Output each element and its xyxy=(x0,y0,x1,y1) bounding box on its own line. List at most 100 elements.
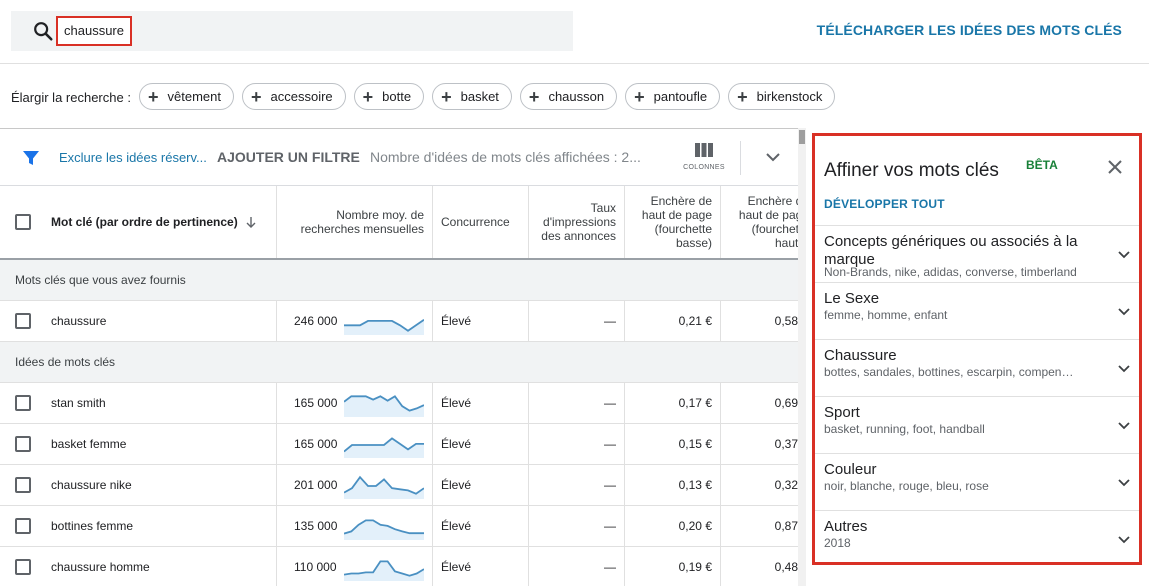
impressions-cell: — xyxy=(529,383,625,423)
broaden-chip[interactable]: + chausson xyxy=(519,83,618,110)
chip-label: pantoufle xyxy=(653,89,708,104)
refine-category-title: Autres xyxy=(824,518,868,535)
bid-high-cell: 0,48 xyxy=(774,560,798,574)
add-filter-button[interactable]: AJOUTER UN FILTRE xyxy=(217,149,360,165)
broaden-chip[interactable]: + accessoire xyxy=(242,83,346,110)
impressions-cell: — xyxy=(529,506,625,546)
refine-title: Affiner vos mots clés xyxy=(824,160,999,181)
searches-value: 135 000 xyxy=(294,519,338,533)
chevron-down-icon[interactable] xyxy=(1117,364,1131,374)
trend-sparkline xyxy=(344,437,424,458)
search-box[interactable]: chaussure xyxy=(11,11,573,51)
bid-low-cell: 0,15 € xyxy=(625,424,721,464)
header-impressions[interactable]: Taux d'impressions des annonces xyxy=(529,186,625,258)
plus-icon: + xyxy=(528,86,540,107)
select-all-checkbox[interactable] xyxy=(15,214,31,230)
broaden-chip[interactable]: + pantoufle xyxy=(625,83,721,110)
searches-cell: 165 000 xyxy=(277,424,433,464)
search-icon xyxy=(34,22,53,41)
keyword-text[interactable]: basket femme xyxy=(51,437,126,451)
bid-low-cell: 0,21 € xyxy=(625,301,721,341)
broaden-chip[interactable]: + vêtement xyxy=(139,83,234,110)
row-checkbox[interactable] xyxy=(15,559,31,575)
expand-all-button[interactable]: DÉVELOPPER TOUT xyxy=(824,197,945,211)
chevron-down-icon[interactable] xyxy=(1117,250,1131,260)
bid-high-cell: 0,37 xyxy=(774,437,798,451)
chevron-down-icon[interactable] xyxy=(764,150,782,164)
row-checkbox[interactable] xyxy=(15,518,31,534)
chevron-down-icon[interactable] xyxy=(1117,421,1131,431)
keyword-cell: chaussure nike xyxy=(0,465,277,505)
refine-category-title: Le Sexe xyxy=(824,290,880,307)
plus-icon: + xyxy=(148,86,159,107)
bid-high-cell: 0,58 xyxy=(774,314,798,328)
scrollbar-thumb[interactable] xyxy=(799,130,805,144)
refine-keywords-panel: Affiner vos mots clés BÊTA DÉVELOPPER TO… xyxy=(812,133,1142,565)
searches-value: 201 000 xyxy=(294,478,338,492)
broaden-chip[interactable]: + birkenstock xyxy=(728,83,836,110)
header-bid-low[interactable]: Enchère de haut de page (fourchette bass… xyxy=(625,186,721,258)
chevron-down-icon[interactable] xyxy=(1117,535,1131,545)
plus-icon: + xyxy=(441,86,452,107)
bid-high-cell: 0,87 xyxy=(774,519,798,533)
header-competition[interactable]: Concurrence xyxy=(433,186,529,258)
table-row: bottines femme 135 000 Élevé —0,20 € 0,87 xyxy=(0,506,798,547)
searches-value: 165 000 xyxy=(294,396,338,410)
refine-category[interactable]: Le Sexe femme, homme, enfant xyxy=(815,282,1139,339)
bid-low-cell: 0,20 € xyxy=(625,506,721,546)
refine-category-subtitle: 2018 xyxy=(824,536,851,550)
competition-cell: Élevé xyxy=(433,424,529,464)
close-icon[interactable] xyxy=(1107,159,1123,175)
refine-category[interactable]: Couleur noir, blanche, rouge, bleu, rose xyxy=(815,453,1139,510)
sparkline-area xyxy=(344,561,424,581)
competition-cell: Élevé xyxy=(433,383,529,423)
row-checkbox[interactable] xyxy=(15,436,31,452)
sparkline-area xyxy=(344,520,424,540)
header-impressions-label: Taux d'impressions des annonces xyxy=(541,201,616,243)
header-keyword[interactable]: Mot clé (par ordre de pertinence) xyxy=(0,186,277,258)
row-checkbox[interactable] xyxy=(15,395,31,411)
bid-high-cell: 0,69 xyxy=(774,396,798,410)
keyword-cell: stan smith xyxy=(0,383,277,423)
header-searches[interactable]: Nombre moy. de recherches mensuelles xyxy=(277,186,433,258)
keyword-text[interactable]: chaussure xyxy=(51,314,106,328)
columns-button[interactable]: COLONNES xyxy=(681,143,727,177)
header-keyword-label: Mot clé (par ordre de pertinence) xyxy=(51,215,238,229)
row-checkbox[interactable] xyxy=(15,313,31,329)
keyword-text[interactable]: stan smith xyxy=(51,396,106,410)
refine-category-subtitle: femme, homme, enfant xyxy=(824,308,948,322)
keyword-text[interactable]: chaussure homme xyxy=(51,560,150,574)
broaden-chip[interactable]: + basket xyxy=(432,83,512,110)
header-competition-label: Concurrence xyxy=(441,215,510,229)
broaden-chips: + vêtement + accessoire + botte + basket + chauss… xyxy=(139,83,836,110)
refine-category[interactable]: Chaussure bottes, sandales, bottines, esc… xyxy=(815,339,1139,396)
refine-category[interactable]: Autres 2018 xyxy=(815,510,1139,567)
plus-icon: + xyxy=(362,86,374,107)
trend-sparkline xyxy=(344,395,424,417)
broaden-chip[interactable]: + botte xyxy=(353,83,425,110)
keyword-text[interactable]: chaussure nike xyxy=(51,478,132,492)
competition-cell: Élevé xyxy=(433,301,529,341)
chevron-down-icon[interactable] xyxy=(1117,307,1131,317)
chevron-down-icon[interactable] xyxy=(1117,478,1131,488)
refine-category[interactable]: Sport basket, running, foot, handball xyxy=(815,396,1139,453)
row-checkbox[interactable] xyxy=(15,477,31,493)
sparkline-area xyxy=(344,438,424,458)
filter-icon[interactable] xyxy=(22,149,40,167)
columns-label: COLONNES xyxy=(683,164,725,171)
exclude-reserved-link[interactable]: Exclure les idées réserv... xyxy=(59,150,207,165)
keyword-text[interactable]: bottines femme xyxy=(51,519,133,533)
trend-sparkline xyxy=(344,475,424,499)
top-bar: chaussure TÉLÉCHARGER LES IDÉES DES MOTS… xyxy=(0,0,1149,64)
header-bid-high[interactable]: Enchère de haut de page (fourchette haut… xyxy=(721,186,798,258)
search-input[interactable]: chaussure xyxy=(56,16,132,46)
refine-category[interactable]: Concepts génériques ou associés à la mar… xyxy=(815,225,1139,282)
broaden-label: Élargir la recherche : xyxy=(11,90,131,105)
table-scrollbar[interactable] xyxy=(798,128,806,586)
chip-label: botte xyxy=(382,89,412,104)
impressions-cell: — xyxy=(529,465,625,505)
beta-badge: BÊTA xyxy=(1026,158,1058,172)
header-bid-high-label: Enchère de haut de page (fourchette haut… xyxy=(738,194,798,250)
header-bid-low-label: Enchère de haut de page (fourchette bass… xyxy=(641,194,712,250)
download-ideas-link[interactable]: TÉLÉCHARGER LES IDÉES DES MOTS CLÉS xyxy=(817,22,1122,38)
